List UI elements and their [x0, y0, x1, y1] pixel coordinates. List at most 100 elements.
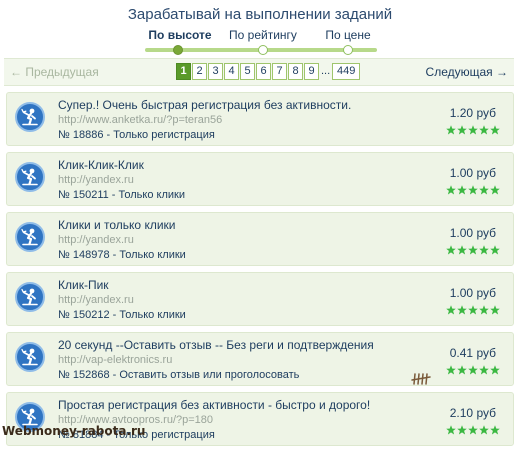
- star-icon: [457, 422, 467, 435]
- star-icon: [479, 362, 489, 375]
- task-id: № 150211: [58, 189, 109, 201]
- rating-stars: [446, 182, 500, 195]
- task-title[interactable]: Клик-Пик: [58, 278, 109, 292]
- star-icon: [446, 362, 456, 375]
- star-icon: [446, 302, 456, 315]
- page-6-button[interactable]: 6: [256, 63, 271, 80]
- worker-icon: [15, 342, 45, 372]
- prev-page-link: ← Предыдущая: [10, 65, 99, 79]
- rating-stars: [446, 242, 500, 255]
- page-9-button[interactable]: 9: [304, 63, 319, 80]
- task-title[interactable]: Клик-Клик-Клик: [58, 158, 144, 172]
- page-7-button[interactable]: 7: [272, 63, 287, 80]
- star-icon: [468, 242, 478, 255]
- task-meta: № 152868 - Оставить отзыв или проголосов…: [58, 369, 299, 381]
- rating-stars: [446, 362, 500, 375]
- task-row[interactable]: Клики и только клики http://yandex.ru № …: [6, 212, 514, 266]
- task-id: № 18886: [58, 129, 104, 141]
- task-meta: № 150212 - Только клики: [58, 309, 186, 321]
- page-2-button[interactable]: 2: [192, 63, 207, 80]
- sort-dot-rating[interactable]: [258, 45, 268, 55]
- tab-sort-rating[interactable]: По рейтингу: [218, 28, 308, 42]
- task-meta: № 18886 - Только регистрация: [58, 129, 215, 141]
- worker-icon: [15, 282, 45, 312]
- task-title[interactable]: Супер.! Очень быстрая регистрация без ак…: [58, 98, 351, 112]
- star-icon: [479, 182, 489, 195]
- next-page-link[interactable]: Следующая →: [426, 65, 508, 79]
- page-1-button[interactable]: 1: [176, 63, 191, 80]
- task-meta: № 148978 - Только клики: [58, 249, 186, 261]
- task-type: Оставить отзыв или проголосовать: [119, 369, 300, 381]
- task-meta-separator: -: [109, 309, 120, 321]
- task-title[interactable]: Клики и только клики: [58, 218, 175, 232]
- page-5-button[interactable]: 5: [240, 63, 255, 80]
- sort-tabs: По высоте По рейтингу По цене: [135, 28, 377, 55]
- tab-sort-height[interactable]: По высоте: [135, 28, 225, 42]
- star-icon: [490, 302, 500, 315]
- worker-icon: [15, 222, 45, 252]
- task-price: 2.10 руб: [449, 406, 496, 420]
- star-icon: [468, 302, 478, 315]
- star-icon: [457, 362, 467, 375]
- task-meta-separator: -: [108, 189, 119, 201]
- task-title[interactable]: Простая регистрация без активности - быс…: [58, 398, 370, 412]
- star-icon: [490, 122, 500, 135]
- page-3-button[interactable]: 3: [208, 63, 223, 80]
- page-title: Зарабатывай на выполнении заданий: [127, 6, 393, 23]
- task-row[interactable]: Супер.! Очень быстрая регистрация без ак…: [6, 92, 514, 146]
- watermark: Webmoney-rabota.ru: [2, 424, 146, 438]
- task-price: 0.41 руб: [449, 346, 496, 360]
- star-icon: [446, 122, 456, 135]
- task-row[interactable]: Клик-Клик-Клик http://yandex.ru № 150211…: [6, 152, 514, 206]
- task-row[interactable]: 20 секунд --Оставить отзыв -- Без реги и…: [6, 332, 514, 386]
- task-id: № 150212: [58, 309, 110, 321]
- star-icon: [479, 242, 489, 255]
- sort-dot-price[interactable]: [343, 45, 353, 55]
- star-icon: [479, 422, 489, 435]
- star-icon: [479, 122, 489, 135]
- star-icon: [479, 302, 489, 315]
- worker-icon: [15, 102, 45, 132]
- rating-stars: [446, 302, 500, 315]
- task-price: 1.20 руб: [449, 106, 496, 120]
- task-url: http://yandex.ru: [58, 174, 134, 186]
- star-icon: [468, 362, 478, 375]
- star-icon: [490, 242, 500, 255]
- star-icon: [457, 182, 467, 195]
- star-icon: [468, 422, 478, 435]
- task-meta-separator: -: [109, 369, 120, 381]
- page-8-button[interactable]: 8: [288, 63, 303, 80]
- page-numbers: 1 2 3 4 5 6 7 8 9 ... 449: [176, 63, 361, 81]
- tally-marks-icon: [411, 372, 433, 390]
- task-type: Только регистрация: [113, 129, 215, 141]
- task-type: Только клики: [118, 189, 185, 201]
- tab-sort-price[interactable]: По цене: [303, 28, 393, 42]
- task-id: № 148978: [58, 249, 110, 261]
- sort-dot-height[interactable]: [173, 45, 183, 55]
- task-type: Только клики: [119, 309, 186, 321]
- task-type: Только клики: [119, 249, 186, 261]
- rating-stars: [446, 422, 500, 435]
- task-price: 1.00 руб: [449, 286, 496, 300]
- page-4-button[interactable]: 4: [224, 63, 239, 80]
- task-list: Супер.! Очень быстрая регистрация без ак…: [6, 92, 514, 452]
- pagination-bar: ← Предыдущая 1 2 3 4 5 6 7 8 9 ... 449 С…: [4, 58, 514, 86]
- page-last-button[interactable]: 449: [332, 63, 361, 80]
- star-icon: [446, 422, 456, 435]
- star-icon: [457, 242, 467, 255]
- task-url: http://yandex.ru: [58, 294, 134, 306]
- star-icon: [490, 362, 500, 375]
- task-row[interactable]: Клик-Пик http://yandex.ru № 150212 - Тол…: [6, 272, 514, 326]
- star-icon: [490, 422, 500, 435]
- worker-icon: [15, 162, 45, 192]
- task-meta-separator: -: [103, 129, 114, 141]
- task-price: 1.00 руб: [449, 226, 496, 240]
- task-meta-separator: -: [109, 249, 120, 261]
- rating-stars: [446, 122, 500, 135]
- task-url: http://www.anketka.ru/?p=teran56: [58, 114, 223, 126]
- star-icon: [468, 122, 478, 135]
- task-meta: № 150211 - Только клики: [58, 189, 185, 201]
- page-ellipsis: ...: [321, 65, 331, 77]
- task-title[interactable]: 20 секунд --Оставить отзыв -- Без реги и…: [58, 338, 374, 352]
- task-id: № 152868: [58, 369, 110, 381]
